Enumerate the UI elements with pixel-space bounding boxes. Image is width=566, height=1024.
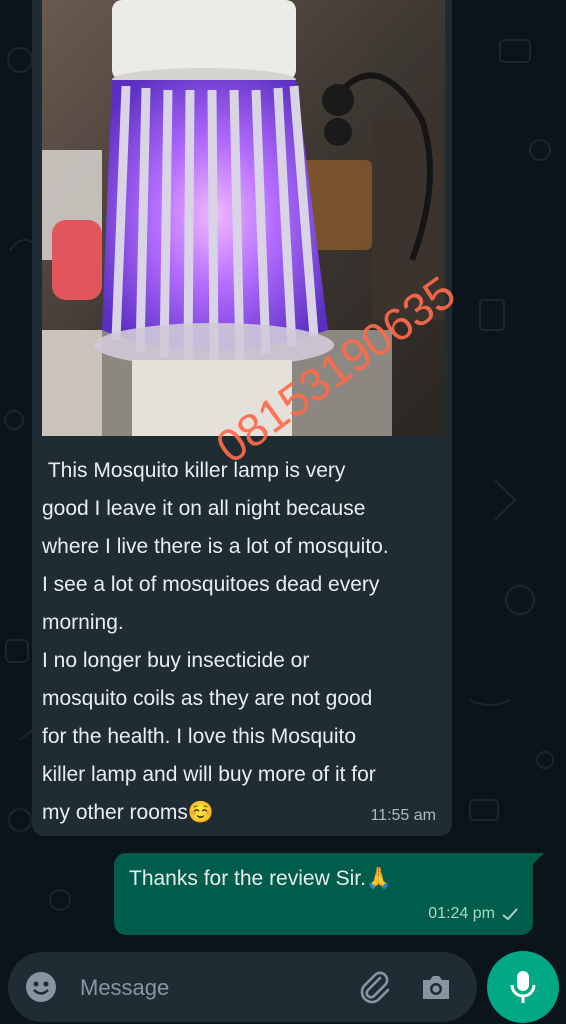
outgoing-message-bubble[interactable]: Thanks for the review Sir.🙏 01:24 pm: [114, 853, 533, 935]
outgoing-message-text: Thanks for the review Sir.🙏: [129, 867, 393, 890]
outgoing-bubble-tail: [530, 853, 544, 867]
incoming-message-bubble[interactable]: 08153190635 This Mosquito killer lamp is…: [32, 0, 465, 836]
single-check-icon: [502, 908, 518, 921]
message-input-bar: [8, 952, 477, 1022]
microphone-icon: [510, 971, 536, 1003]
message-input[interactable]: [78, 970, 342, 1006]
camera-icon[interactable]: [420, 972, 452, 1002]
incoming-message-time: 11:55 am: [370, 807, 436, 824]
outgoing-message-time: 01:24 pm: [428, 905, 495, 922]
message-photo[interactable]: [42, 0, 445, 436]
incoming-message-text: This Mosquito killer lamp is very good I…: [42, 459, 389, 824]
mosquito-lamp-photo: [42, 0, 445, 436]
emoji-icon[interactable]: [25, 971, 57, 1003]
paperclip-icon[interactable]: [358, 970, 392, 1004]
outgoing-message-meta: 01:24 pm: [428, 905, 519, 923]
microphone-button[interactable]: [487, 951, 559, 1023]
